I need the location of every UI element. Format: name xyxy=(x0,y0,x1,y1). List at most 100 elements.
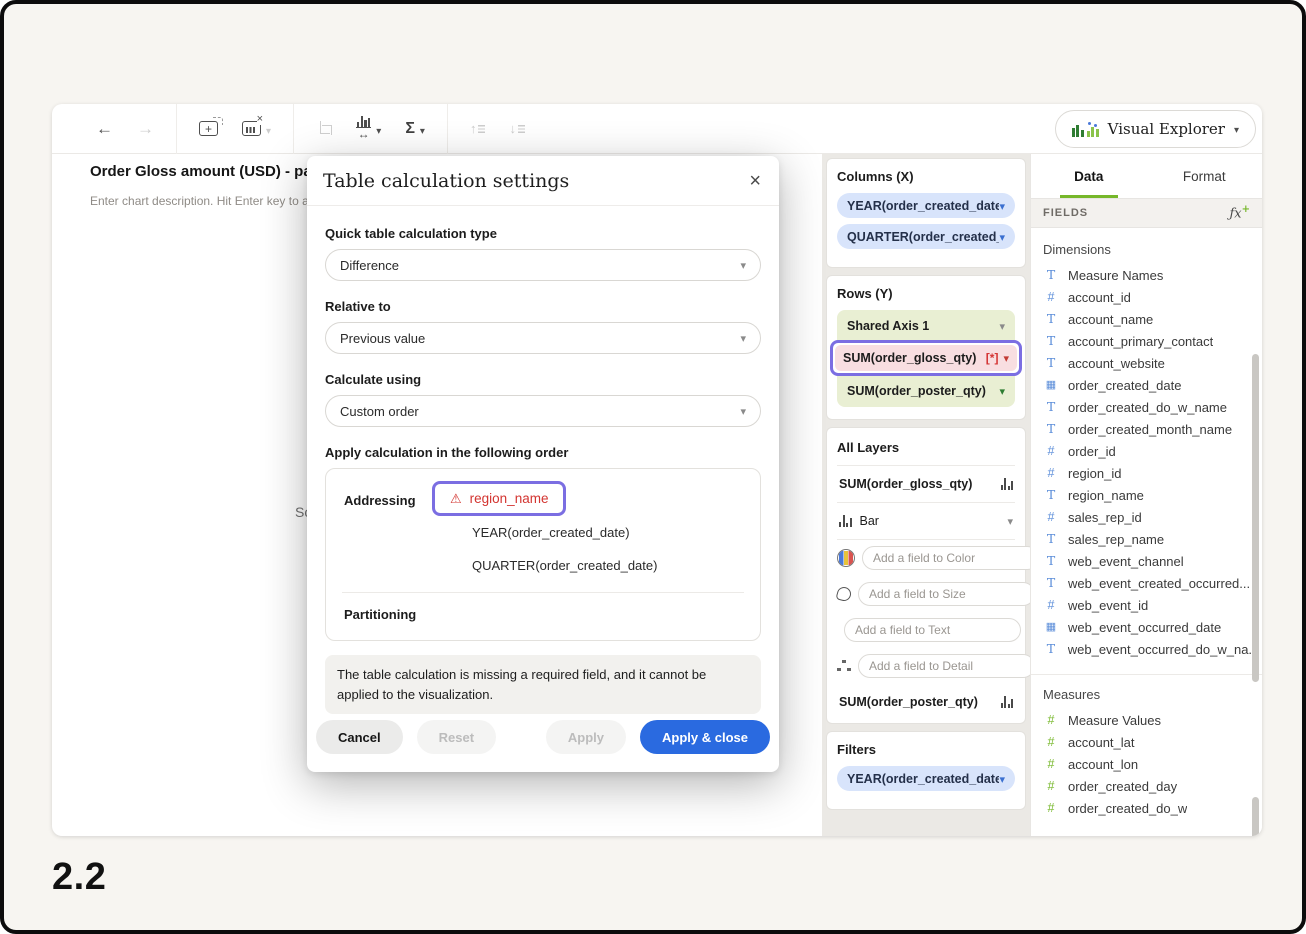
chevron-down-icon xyxy=(999,197,1005,215)
relative-to-select[interactable]: Previous value xyxy=(325,322,761,354)
field-item[interactable]: T order_created_month_name xyxy=(1043,418,1256,440)
shelf-pill[interactable]: SUM(order_poster_qty) xyxy=(837,376,1015,400)
field-type-icon: # xyxy=(1043,445,1059,458)
tab-format[interactable]: Format xyxy=(1147,154,1263,198)
cancel-button[interactable]: Cancel xyxy=(316,720,403,754)
field-item[interactable]: T web_event_channel xyxy=(1043,550,1256,572)
field-item[interactable]: # order_created_day xyxy=(1043,775,1256,797)
chevron-down-icon xyxy=(999,382,1005,400)
field-type-icon: T xyxy=(1043,269,1059,282)
shelf-pill-label: SUM(order_gloss_qty) xyxy=(843,351,976,365)
field-item[interactable]: T account_website xyxy=(1043,352,1256,374)
rows-shelf: Rows (Y) Shared Axis 1 SUM(order_gloss_q… xyxy=(826,275,1026,420)
sort-descending-icon: ↓ xyxy=(509,122,525,135)
partitioning-label: Partitioning xyxy=(326,593,760,640)
missing-field-highlight[interactable]: ⚠ region_name xyxy=(432,481,566,516)
field-name: sales_rep_name xyxy=(1068,532,1164,547)
filter-pill[interactable]: YEAR(order_created_date) xyxy=(837,766,1015,791)
field-item[interactable]: # sales_rep_id xyxy=(1043,506,1256,528)
addressing-rest-list: YEAR(order_created_date) QUARTER(order_c… xyxy=(432,516,760,582)
field-item[interactable]: T account_name xyxy=(1043,308,1256,330)
field-item[interactable]: T web_event_created_occurred... xyxy=(1043,572,1256,594)
remove-chart-button[interactable] xyxy=(242,120,271,137)
encoding-field-input[interactable] xyxy=(844,618,1021,642)
bar-chart-icon xyxy=(1001,478,1014,490)
shelf-pill-label: SUM(order_poster_qty) xyxy=(847,384,986,398)
add-calculated-field-button[interactable]: ƒx+ xyxy=(1229,204,1250,221)
apply-close-button[interactable]: Apply & close xyxy=(640,720,770,754)
addressing-field[interactable]: YEAR(order_created_date) xyxy=(432,516,760,549)
encoding-row xyxy=(837,576,1015,612)
calculate-using-select[interactable]: Custom order xyxy=(325,395,761,427)
error-badge: [*] xyxy=(986,351,999,365)
back-icon: ← xyxy=(96,120,113,137)
encoding-field-input[interactable] xyxy=(858,582,1030,606)
shelf-pill[interactable]: YEAR(order_created_date) xyxy=(837,193,1015,218)
close-icon[interactable]: × xyxy=(749,171,761,191)
shelf-pill-label: YEAR(order_created_date) xyxy=(847,199,999,213)
error-shelf-pill[interactable]: SUM(order_gloss_qty) [*] xyxy=(835,345,1017,371)
dimensions-list: T Measure Names # account_id T account_n… xyxy=(1043,264,1256,660)
swap-axes-button[interactable]: ↔ xyxy=(356,117,381,140)
chart-description-placeholder[interactable]: Enter chart description. Hit Enter key t… xyxy=(90,194,315,208)
relative-to-label: Relative to xyxy=(325,299,761,314)
encoding-field-input[interactable] xyxy=(862,546,1030,570)
field-item[interactable]: T Measure Names xyxy=(1043,264,1256,286)
forward-button: → xyxy=(137,120,154,137)
bar-chart-icon xyxy=(839,515,852,527)
field-item[interactable]: # order_id xyxy=(1043,440,1256,462)
field-type-icon: # xyxy=(1043,802,1059,815)
all-layers-panel: All Layers SUM(order_gloss_qty) Bar xyxy=(826,427,1026,724)
back-button[interactable]: ← xyxy=(96,120,113,137)
visual-explorer-selector[interactable]: Visual Explorer xyxy=(1055,110,1256,148)
field-item[interactable]: # account_lon xyxy=(1043,753,1256,775)
chevron-down-icon xyxy=(999,317,1005,335)
scrollbar-thumb[interactable] xyxy=(1252,797,1259,836)
field-item[interactable]: T web_event_occurred_do_w_na... xyxy=(1043,638,1256,660)
field-name: region_name xyxy=(1068,488,1144,503)
encoding-icon xyxy=(837,660,851,673)
field-item[interactable]: T order_created_do_w_name xyxy=(1043,396,1256,418)
field-type-icon: T xyxy=(1043,335,1059,348)
field-item[interactable]: T account_primary_contact xyxy=(1043,330,1256,352)
chart-title[interactable]: Order Gloss amount (USD) - pane xyxy=(90,163,329,180)
tab-data[interactable]: Data xyxy=(1031,154,1147,198)
field-item[interactable]: # region_id xyxy=(1043,462,1256,484)
field-type-icon: # xyxy=(1043,758,1059,771)
quick-calc-label: Quick table calculation type xyxy=(325,226,761,241)
field-item[interactable]: ▦ web_event_occurred_date xyxy=(1043,616,1256,638)
add-chart-icon xyxy=(199,121,218,136)
warning-icon: ⚠ xyxy=(450,492,462,505)
shared-axis-header[interactable]: Shared Axis 1 xyxy=(837,310,1015,340)
chevron-down-icon xyxy=(740,402,746,420)
field-item[interactable]: # account_lat xyxy=(1043,731,1256,753)
sort-ascending-icon: ↑ xyxy=(470,122,486,135)
chevron-down-icon xyxy=(1003,349,1009,367)
field-name: order_id xyxy=(1068,444,1116,459)
scrollbar-thumb[interactable] xyxy=(1252,354,1259,682)
field-item[interactable]: # account_id xyxy=(1043,286,1256,308)
field-item[interactable]: # web_event_id xyxy=(1043,594,1256,616)
layer-row-poster[interactable]: SUM(order_poster_qty) xyxy=(837,684,1015,711)
modal-footer: Cancel Reset Apply Apply & close xyxy=(307,720,779,772)
shelf-pill-label: QUARTER(order_created_... xyxy=(847,230,999,244)
mark-type-select[interactable]: Bar xyxy=(837,503,1015,540)
add-chart-button[interactable] xyxy=(199,121,218,136)
field-item[interactable]: ▦ order_created_date xyxy=(1043,374,1256,396)
field-item[interactable]: T sales_rep_name xyxy=(1043,528,1256,550)
field-item[interactable]: # Measure Values xyxy=(1043,709,1256,731)
field-item[interactable]: # order_created_do_w xyxy=(1043,797,1256,819)
encoding-field-input[interactable] xyxy=(858,654,1030,678)
aggregate-button[interactable]: Σ xyxy=(405,120,425,137)
calculate-using-label: Calculate using xyxy=(325,372,761,387)
encoding-drop-list xyxy=(837,540,1015,684)
shelf-pill[interactable]: QUARTER(order_created_... xyxy=(837,224,1015,249)
field-item[interactable]: T region_name xyxy=(1043,484,1256,506)
chevron-down-icon xyxy=(999,228,1005,246)
addressing-field[interactable]: QUARTER(order_created_date) xyxy=(432,549,760,582)
bar-chart-icon xyxy=(1001,696,1014,708)
toolbar-sort-group: ↑ ↓ xyxy=(448,122,547,135)
field-name: web_event_occurred_date xyxy=(1068,620,1221,635)
layer-row-gloss[interactable]: SUM(order_gloss_qty) xyxy=(837,466,1015,503)
quick-calc-select[interactable]: Difference xyxy=(325,249,761,281)
